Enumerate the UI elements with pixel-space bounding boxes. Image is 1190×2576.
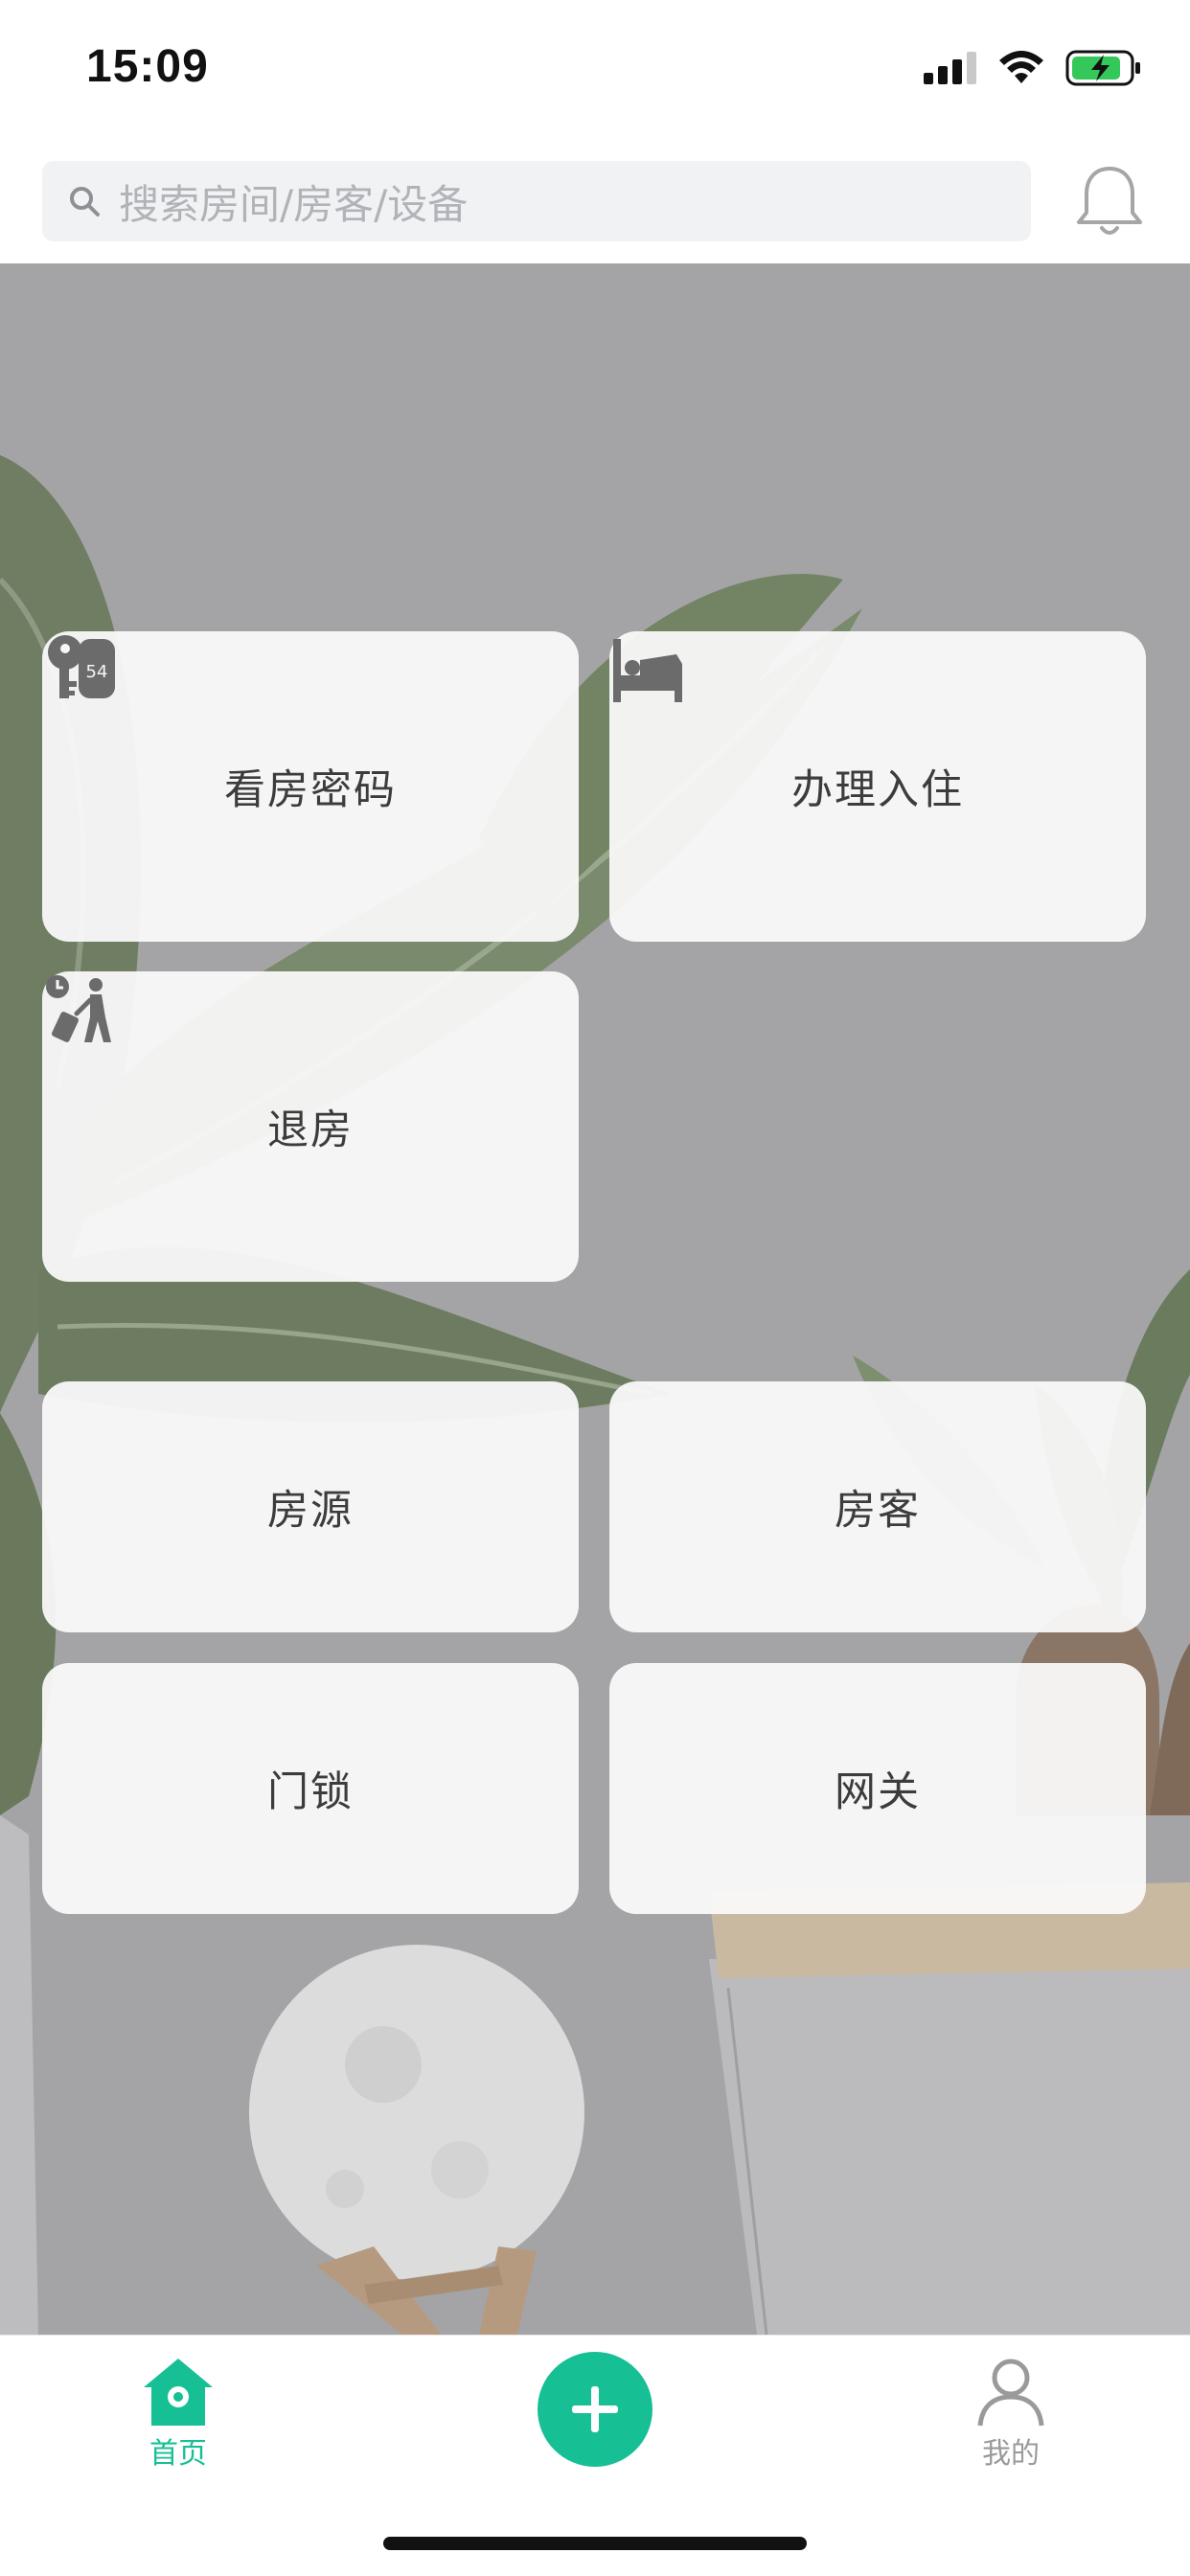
card-label: 办理入住	[791, 766, 964, 814]
tab-mine[interactable]: 我的	[973, 2355, 1049, 2472]
signal-icon	[924, 52, 976, 84]
card-label: 房源	[267, 1487, 354, 1535]
search-input[interactable]: 搜索房间/房客/设备	[42, 161, 1031, 241]
card-check-in[interactable]: 办理入住	[609, 631, 1146, 942]
background-photo: 54 看房密码 办理入住 退房 房源 房客 门锁 网关	[0, 263, 1190, 2335]
tab-home-label: 首页	[149, 2437, 207, 2471]
card-label: 看房密码	[224, 766, 397, 814]
card-door-locks[interactable]: 门锁	[42, 1663, 579, 1914]
plus-icon	[572, 2386, 618, 2432]
card-properties[interactable]: 房源	[42, 1381, 579, 1632]
home-indicator	[383, 2537, 807, 2550]
search-header: 搜索房间/房客/设备	[0, 144, 1190, 263]
card-label: 房客	[835, 1487, 921, 1535]
card-label: 网关	[835, 1768, 921, 1816]
keys-icon: 54	[48, 635, 115, 698]
svg-text:54: 54	[86, 662, 108, 682]
battery-charging-icon	[1065, 50, 1140, 86]
card-label: 门锁	[267, 1768, 354, 1816]
wifi-icon	[999, 51, 1043, 83]
add-button[interactable]	[538, 2352, 652, 2467]
status-time: 15:09	[86, 41, 209, 92]
search-placeholder: 搜索房间/房客/设备	[119, 180, 469, 228]
home-icon	[144, 2359, 213, 2426]
plant-scene-illustration	[0, 263, 1190, 2335]
card-guests[interactable]: 房客	[609, 1381, 1146, 1632]
card-check-out[interactable]: 退房	[42, 971, 579, 1282]
search-icon	[63, 180, 105, 222]
card-gateways[interactable]: 网关	[609, 1663, 1146, 1914]
bed-icon	[613, 639, 682, 702]
card-label: 退房	[267, 1106, 354, 1154]
tab-home[interactable]: 首页	[140, 2355, 217, 2472]
tab-mine-label: 我的	[982, 2437, 1040, 2471]
user-icon	[977, 2359, 1044, 2427]
status-bar: 15:09	[0, 0, 1190, 144]
bell-icon[interactable]	[1075, 163, 1144, 239]
checkout-traveler-icon	[46, 975, 111, 1042]
status-icons	[924, 50, 1142, 86]
card-viewing-password[interactable]: 54 看房密码	[42, 631, 579, 942]
